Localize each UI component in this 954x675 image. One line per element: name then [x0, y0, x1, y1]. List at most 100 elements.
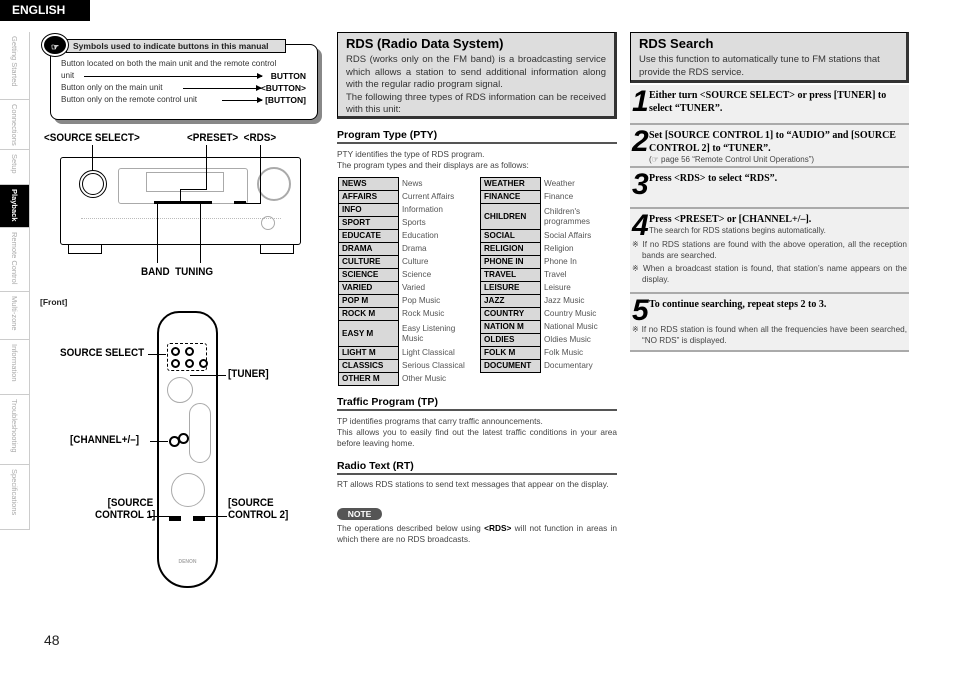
- pty-row: FOLK M Folk Music: [480, 346, 621, 360]
- pty-row: EASY M Easy Listening Music: [338, 320, 479, 347]
- symbol-desc: Button located on both the main unit and…: [61, 59, 277, 68]
- pty-display-code: EDUCATE: [338, 229, 399, 243]
- leader-line: [190, 375, 226, 376]
- pty-display-code: DOCUMENT: [480, 359, 541, 373]
- side-tab-specifications[interactable]: Specifications: [0, 465, 30, 530]
- pty-text-line: The program types and their displays are…: [337, 160, 529, 170]
- pty-program-type: Oldies Music: [544, 335, 591, 344]
- source-select-knob: [79, 170, 107, 198]
- step-5: 5 To continue searching, repeat steps 2 t…: [630, 294, 909, 352]
- pty-display-code: CULTURE: [338, 255, 399, 269]
- pty-row: DOCUMENT Documentary: [480, 359, 621, 373]
- leader-line: [150, 441, 168, 442]
- input-button: [171, 359, 180, 368]
- pty-table-right: WEATHER Weather FINANCE Finance CHILDREN Chil…: [480, 177, 621, 373]
- side-tab-connections[interactable]: Connections: [0, 100, 30, 150]
- pty-row: ROCK M Rock Music: [338, 307, 479, 321]
- pty-row: JAZZ Jazz Music: [480, 294, 621, 308]
- pty-row: TRAVEL Travel: [480, 268, 621, 282]
- side-tab-label: Connections: [10, 104, 19, 146]
- pty-row: DRAMA Drama: [338, 242, 479, 256]
- rds-search-box: RDS Search Use this function to automati…: [630, 32, 909, 83]
- pty-program-type: Drama: [402, 244, 427, 253]
- pty-display-code: CHILDREN: [480, 203, 541, 230]
- pty-display-code: LIGHT M: [338, 346, 399, 360]
- pty-row: EDUCATE Education: [338, 229, 479, 243]
- pty-program-type: Phone In: [544, 257, 577, 266]
- pty-program-type: Education: [402, 231, 439, 240]
- pty-display-code: COUNTRY: [480, 307, 541, 321]
- foot: [68, 245, 102, 254]
- arrow: [183, 85, 262, 91]
- step-2: 2 Set [SOURCE CONTROL 1] to “AUDIO” and […: [630, 125, 909, 168]
- pty-program-type: Information: [402, 205, 443, 214]
- pty-row: SPORT Sports: [338, 216, 479, 230]
- pty-row: NEWS News: [338, 177, 479, 191]
- symbol-desc: Button only on the remote control unit: [61, 95, 198, 104]
- step-title: Either turn <SOURCE SELECT> or press [TU…: [649, 90, 887, 114]
- symbols-legend-title: Symbols used to indicate buttons in this…: [66, 39, 286, 53]
- pty-program-type: Documentary: [544, 361, 593, 370]
- label-line: [SOURCE: [107, 497, 154, 509]
- side-tab-information[interactable]: Information: [0, 340, 30, 395]
- step-number: 1: [632, 85, 649, 118]
- knob: [261, 216, 275, 230]
- pty-program-type: Light Classical: [402, 348, 455, 357]
- page-number: 48: [44, 632, 60, 648]
- hand-pointer-icon: ☞: [42, 34, 68, 56]
- pty-program-type: Jazz Music: [544, 296, 585, 305]
- pty-program-type: Country Music: [544, 309, 597, 318]
- source-control-1-switch: [169, 516, 181, 521]
- pty-row: COUNTRY Country Music: [480, 307, 621, 321]
- pty-row: CHILDREN Children's programmes: [480, 203, 621, 230]
- pty-program-type: Sports: [402, 218, 426, 227]
- input-button: [199, 359, 208, 368]
- pty-display-code: SCIENCE: [338, 268, 399, 282]
- symbol-desc: Button only on the main unit: [61, 83, 163, 92]
- pty-program-type: Children's programmes: [544, 206, 590, 226]
- side-tab-playback[interactable]: Playback: [0, 185, 30, 228]
- pty-display-code: VARIED: [338, 281, 399, 295]
- pty-program-type: Folk Music: [544, 348, 584, 357]
- side-tab-remote-control[interactable]: Remote Control: [0, 228, 30, 292]
- pty-row: LIGHT M Light Classical: [338, 346, 479, 360]
- step-note: ※ If no RDS stations are found with the …: [632, 240, 907, 260]
- pty-row: LEISURE Leisure: [480, 281, 621, 295]
- rt-text: RT allows RDS stations to send text mess…: [337, 479, 609, 489]
- pty-display-code: OLDIES: [480, 333, 541, 347]
- pty-display-code: EASY M: [338, 320, 399, 347]
- label-source-control-2: [SOURCE CONTROL 2]: [228, 497, 288, 521]
- leader-line: [157, 203, 158, 263]
- side-tab-multi-zone[interactable]: Multi-zone: [0, 292, 30, 340]
- pty-display-code: SPORT: [338, 216, 399, 230]
- tp-text-line: TP identifies programs that carry traffi…: [337, 416, 543, 426]
- label-channel: [CHANNEL+/–]: [70, 434, 140, 446]
- language-badge: ENGLISH: [0, 0, 90, 21]
- tp-text: TP identifies programs that carry traffi…: [337, 416, 617, 449]
- side-tab-setup[interactable]: Setup: [0, 150, 30, 185]
- section-tabs: Getting Started Connections Setup Playback R…: [0, 32, 30, 530]
- pty-row: SCIENCE Science: [338, 268, 479, 282]
- leader-line: [150, 516, 170, 517]
- pty-display-code: ROCK M: [338, 307, 399, 321]
- pty-program-type: Culture: [402, 257, 429, 266]
- label-preset-rds: <PRESET> <RDS>: [187, 132, 277, 144]
- pty-display-code: OTHER M: [338, 372, 399, 386]
- pty-display-code: PHONE IN: [480, 255, 541, 269]
- pty-program-type: Other Music: [402, 374, 447, 383]
- side-tab-troubleshooting[interactable]: Troubleshooting: [0, 395, 30, 465]
- side-tab-getting-started[interactable]: Getting Started: [0, 32, 30, 100]
- pty-row: INFO Information: [338, 203, 479, 217]
- pty-display-code: AFFAIRS: [338, 190, 399, 204]
- pty-display-code: NATION M: [480, 320, 541, 334]
- rds-intro-box: RDS (Radio Data System) RDS (works only …: [337, 32, 617, 119]
- side-tab-label: Troubleshooting: [10, 399, 19, 453]
- source-control-2-switch: [193, 516, 205, 521]
- pty-display-code: JAZZ: [480, 294, 541, 308]
- leader-line: [200, 203, 201, 263]
- volume-rocker: [189, 403, 211, 463]
- channel-plus-button: [178, 433, 189, 444]
- leader-line: [244, 203, 261, 204]
- side-tab-label: Remote Control: [10, 232, 19, 285]
- pty-program-type: National Music: [544, 322, 598, 331]
